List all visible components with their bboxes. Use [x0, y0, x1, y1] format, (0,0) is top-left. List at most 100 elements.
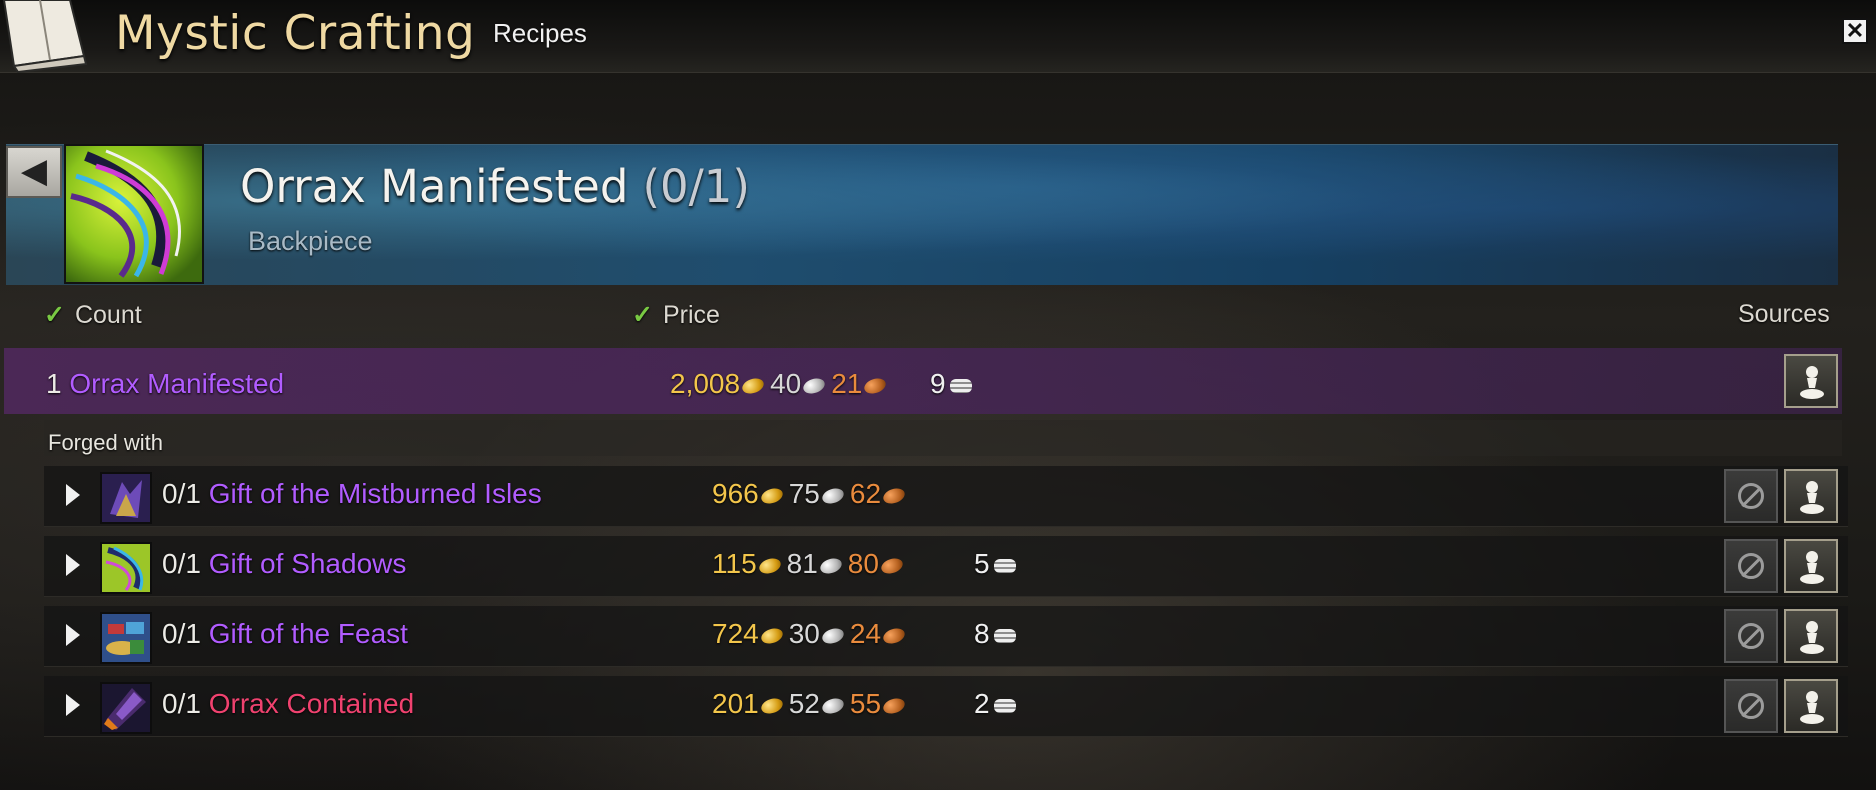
orrax-contained-icon	[102, 684, 150, 732]
ingredient-name[interactable]: 0/1 Gift of the Feast	[162, 618, 408, 650]
no-symbol-icon	[1738, 623, 1764, 649]
pawn-source-icon	[1800, 621, 1824, 654]
expand-arrow-icon[interactable]	[66, 484, 80, 506]
silver-coin-icon	[818, 555, 844, 576]
price-copper: 62	[849, 478, 882, 509]
item-progress: (0/1)	[642, 160, 750, 213]
expand-arrow-icon[interactable]	[66, 554, 80, 576]
close-button[interactable]: ✕	[1842, 18, 1868, 44]
column-count-label: Count	[74, 301, 142, 329]
gift-of-the-feast-icon	[102, 614, 150, 662]
silver-coin-icon	[820, 485, 846, 506]
ingredient-link[interactable]: Gift of Shadows	[209, 548, 407, 579]
karma-coin-stack-icon	[993, 628, 1016, 643]
price-copper: 24	[849, 618, 882, 649]
gold-coin-icon	[740, 375, 766, 396]
ingredient-name[interactable]: 0/1 Gift of the Mistburned Isles	[162, 478, 542, 510]
source-button[interactable]	[1784, 539, 1838, 593]
disabled-source-button[interactable]	[1724, 469, 1778, 523]
column-price-label: Price	[662, 301, 720, 329]
gold-coin-icon	[759, 485, 785, 506]
mistburned-isles-icon	[102, 474, 150, 522]
ingredient-icon[interactable]	[100, 682, 152, 734]
ingredient-progress: 0/1	[162, 618, 201, 649]
price-gold: 115	[712, 548, 757, 579]
ingredient-progress: 0/1	[162, 688, 201, 719]
item-icon[interactable]	[64, 144, 204, 284]
copper-coin-icon	[881, 695, 907, 716]
gold-coin-icon	[757, 555, 783, 576]
expand-arrow-icon[interactable]	[66, 624, 80, 646]
ingredient-karma: 5	[974, 548, 1016, 580]
price-silver: 30	[788, 618, 820, 649]
ingredient-karma: 2	[974, 688, 1016, 720]
price-gold: 966	[712, 478, 759, 509]
output-source-button[interactable]	[1784, 354, 1838, 408]
price-silver: 81	[786, 548, 818, 579]
ingredient-link[interactable]: Orrax Contained	[209, 688, 414, 719]
ingredient-progress: 0/1	[162, 478, 201, 509]
price-karma: 2	[974, 688, 990, 719]
forged-with-strip	[44, 420, 1842, 456]
output-item[interactable]: 1 Orrax Manifested	[46, 368, 284, 400]
ingredient-link[interactable]: Gift of the Feast	[209, 618, 408, 649]
column-price[interactable]: ✓ Price	[632, 300, 720, 330]
pawn-source-icon	[1800, 551, 1824, 584]
ingredient-row: 0/1 Orrax Contained 201 52 55 2	[44, 676, 1848, 737]
disabled-source-button[interactable]	[1724, 679, 1778, 733]
source-button[interactable]	[1784, 469, 1838, 523]
price-karma: 9	[930, 368, 946, 399]
price-gold: 2,008	[670, 368, 741, 399]
ingredient-icon[interactable]	[100, 472, 152, 524]
output-karma: 9	[930, 368, 972, 400]
window-title: Mystic Crafting	[115, 6, 476, 61]
price-copper: 21	[831, 368, 863, 399]
ingredient-karma: 8	[974, 618, 1016, 650]
no-symbol-icon	[1738, 693, 1764, 719]
item-type: Backpiece	[248, 226, 373, 256]
disabled-source-button[interactable]	[1724, 609, 1778, 663]
price-gold: 724	[712, 618, 759, 649]
pawn-source-icon	[1800, 691, 1824, 724]
price-copper: 55	[849, 688, 882, 719]
gold-coin-icon	[759, 625, 785, 646]
tab-recipes[interactable]: Recipes	[493, 18, 587, 49]
ingredient-name[interactable]: 0/1 Gift of Shadows	[162, 548, 406, 580]
ingredient-price: 724 30 24	[712, 618, 911, 650]
column-count[interactable]: ✓ Count	[44, 300, 142, 330]
ingredient-row: 0/1 Gift of the Mistburned Isles 966 75 62	[44, 466, 1848, 527]
copper-coin-icon	[879, 555, 905, 576]
karma-coin-stack-icon	[993, 698, 1016, 713]
checkmark-icon: ✓	[632, 301, 653, 329]
gold-coin-icon	[759, 695, 785, 716]
price-silver: 52	[788, 688, 820, 719]
copper-coin-icon	[881, 625, 907, 646]
silver-coin-icon	[801, 375, 827, 396]
ingredient-icon[interactable]	[100, 612, 152, 664]
item-name-text: Orrax Manifested	[240, 160, 629, 213]
ingredient-progress: 0/1	[162, 548, 201, 579]
ingredient-name[interactable]: 0/1 Orrax Contained	[162, 688, 414, 720]
output-item-link[interactable]: Orrax Manifested	[69, 368, 284, 399]
source-button[interactable]	[1784, 609, 1838, 663]
silver-coin-icon	[820, 625, 846, 646]
ingredient-price: 201 52 55	[712, 688, 911, 720]
ingredient-price: 115 81 80	[712, 548, 909, 580]
karma-coin-stack-icon	[949, 378, 972, 393]
price-silver: 75	[788, 478, 820, 509]
price-karma: 5	[974, 548, 990, 579]
no-symbol-icon	[1738, 483, 1764, 509]
ingredient-link[interactable]: Gift of the Mistburned Isles	[209, 478, 542, 509]
source-button[interactable]	[1784, 679, 1838, 733]
output-qty: 1	[46, 368, 62, 399]
disabled-source-button[interactable]	[1724, 539, 1778, 593]
back-button[interactable]: ◀	[6, 146, 62, 198]
orrax-backpiece-icon	[66, 146, 202, 282]
expand-arrow-icon[interactable]	[66, 694, 80, 716]
price-copper: 80	[847, 548, 879, 579]
column-sources: Sources	[1738, 300, 1830, 328]
ingredient-icon[interactable]	[100, 542, 152, 594]
karma-coin-stack-icon	[993, 558, 1016, 573]
forged-with-label: Forged with	[48, 430, 163, 455]
ingredient-row: 0/1 Gift of Shadows 115 81 80 5	[44, 536, 1848, 597]
